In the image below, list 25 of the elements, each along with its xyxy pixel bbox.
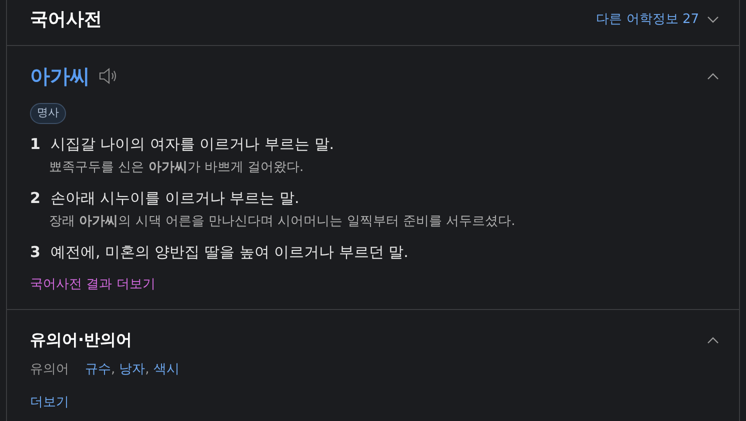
collapse-icon[interactable] <box>707 336 719 344</box>
sense-number: 3 <box>30 242 40 262</box>
definition-text: 손아래 시누이를 이르거나 부르는 말. <box>50 188 300 208</box>
more-link[interactable]: 더보기 <box>30 394 69 410</box>
definition-text: 시집갈 나이의 여자를 이르거나 부르는 말. <box>50 134 334 154</box>
collapse-icon[interactable] <box>707 72 719 80</box>
synonym-label: 유의어 <box>30 361 69 379</box>
sense-number: 1 <box>30 134 40 154</box>
example-sentence: 장래 아가씨의 시댁 어른을 만나신다며 시어머니는 일찍부터 준비를 서두르셨다. <box>49 213 516 231</box>
synonym-link[interactable]: 규수 <box>85 360 111 380</box>
sense-number: 2 <box>30 188 40 208</box>
example-sentence: 뾰족구두를 신은 아가씨가 바쁘게 걸어왔다. <box>49 159 305 177</box>
synonym-link[interactable]: 낭자 <box>119 360 146 380</box>
more-results-link[interactable]: 국어사전 결과 더보기 <box>30 277 156 292</box>
entry-word[interactable]: 아가씨 <box>30 61 90 91</box>
separator: , <box>111 361 116 379</box>
synonym-link[interactable]: 색시 <box>153 360 180 380</box>
chevron-down-icon <box>707 16 719 24</box>
definition-text: 예전에, 미혼의 양반집 딸을 높여 이르거나 부르던 말. <box>50 242 408 262</box>
more-info-dropdown[interactable]: 다른 어학정보 27 <box>596 10 719 30</box>
section-title: 국어사전 <box>30 8 102 32</box>
part-of-speech-tag: 명사 <box>30 103 66 124</box>
speaker-icon[interactable] <box>98 68 118 84</box>
section-title: 유의어·반의어 <box>30 329 132 351</box>
separator: , <box>145 361 150 379</box>
